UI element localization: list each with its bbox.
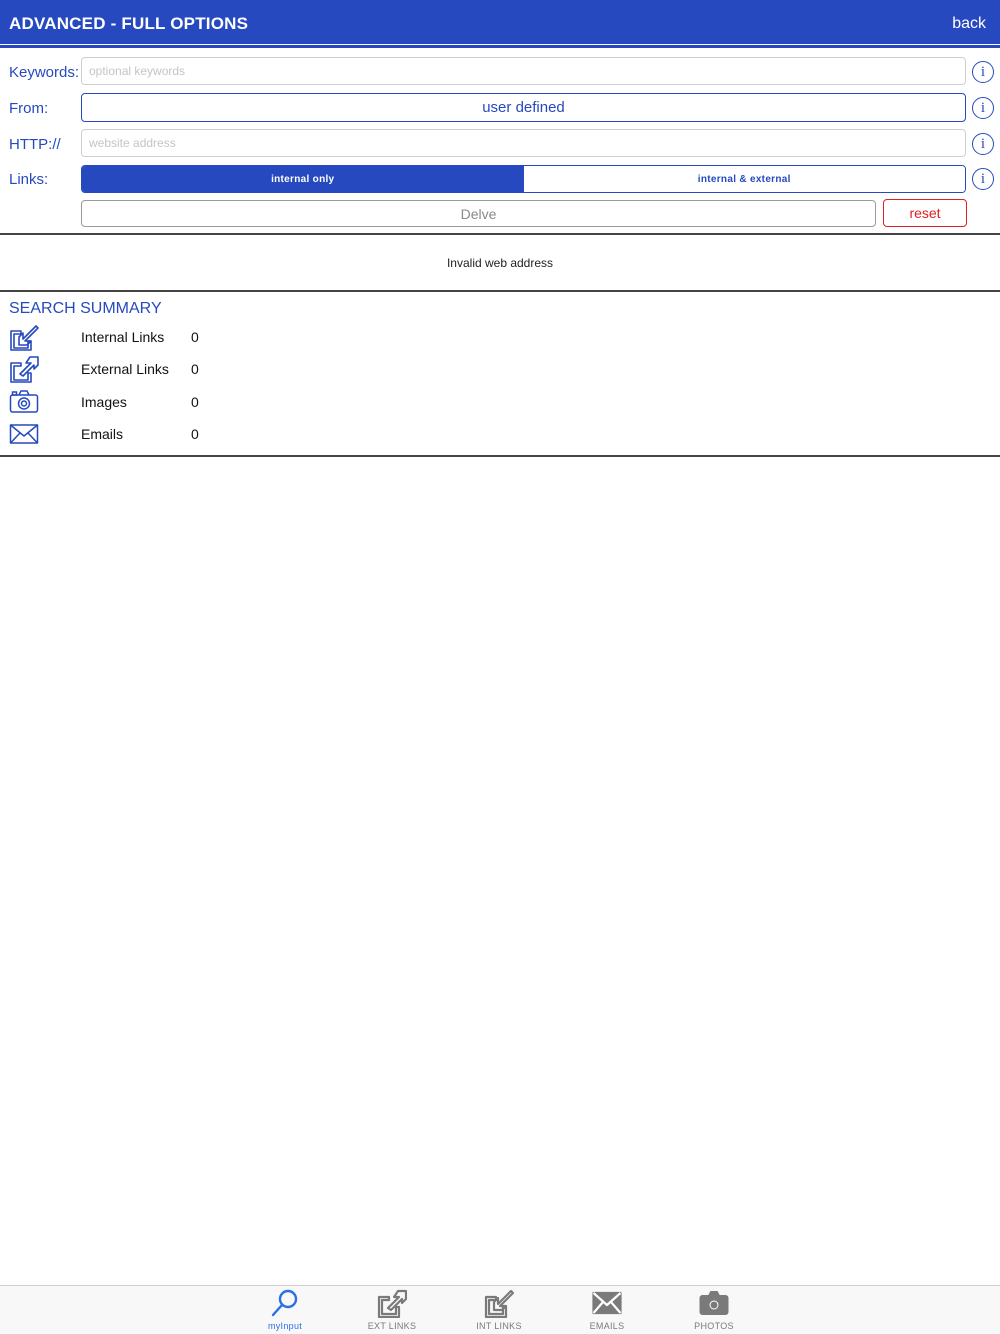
tab-int-links[interactable]: INT LINKS: [454, 1286, 544, 1334]
tab-ext-links[interactable]: EXT LINKS: [347, 1286, 437, 1334]
tab-label: PHOTOS: [694, 1321, 734, 1331]
nav-bar: ADVANCED - FULL OPTIONS back: [0, 0, 1000, 44]
summary-value: 0: [191, 394, 199, 410]
summary-row-emails: Emails 0: [0, 420, 300, 452]
from-selector-button[interactable]: user defined: [81, 93, 966, 122]
keywords-label: Keywords:: [9, 64, 80, 81]
back-button[interactable]: back: [952, 15, 986, 33]
divider: [0, 455, 1000, 457]
internal-link-icon: [10, 325, 39, 351]
links-segmented-control: internal only internal & external: [81, 165, 966, 193]
envelope-icon: [592, 1291, 622, 1315]
summary-label: Internal Links: [81, 329, 165, 345]
http-info-icon[interactable]: i: [972, 133, 994, 155]
external-link-icon: [10, 356, 39, 383]
summary-row-external-links: External Links 0: [0, 355, 300, 387]
reset-button[interactable]: reset: [883, 199, 967, 227]
summary-row-internal-links: Internal Links 0: [0, 323, 300, 355]
external-link-icon: [377, 1289, 407, 1318]
tab-label: myInput: [267, 1321, 303, 1331]
keywords-input[interactable]: [81, 57, 966, 85]
summary-value: 0: [191, 426, 199, 442]
tab-label: EMAILS: [589, 1321, 625, 1331]
tab-emails[interactable]: EMAILS: [562, 1286, 652, 1334]
camera-icon: [9, 390, 39, 413]
divider: [0, 290, 1000, 292]
summary-value: 0: [191, 361, 199, 377]
internal-link-icon: [484, 1289, 514, 1318]
summary-label: Images: [81, 394, 127, 410]
tab-label: EXT LINKS: [367, 1321, 417, 1331]
page-title: ADVANCED - FULL OPTIONS: [9, 14, 249, 33]
status-message: Invalid web address: [446, 256, 554, 270]
envelope-icon: [9, 424, 39, 444]
from-label: From:: [9, 100, 49, 117]
http-label: HTTP://: [9, 136, 61, 153]
search-icon: [271, 1289, 298, 1317]
header-divider: [0, 44, 1000, 48]
summary-row-images: Images 0: [0, 388, 300, 420]
links-info-icon[interactable]: i: [972, 168, 994, 190]
summary-label: External Links: [81, 361, 169, 377]
summary-title: SEARCH SUMMARY: [9, 300, 162, 317]
tab-bar: myInput EXT LINKS INT LINKS EMAILS PHOTO…: [0, 1285, 1000, 1334]
summary-label: Emails: [81, 426, 124, 442]
divider: [0, 233, 1000, 235]
keywords-info-icon[interactable]: i: [972, 61, 994, 83]
tab-myinput[interactable]: myInput: [240, 1286, 330, 1334]
summary-value: 0: [191, 329, 199, 345]
segment-internal-external[interactable]: internal & external: [523, 166, 965, 192]
tab-photos[interactable]: PHOTOS: [669, 1286, 759, 1334]
website-address-input[interactable]: [81, 129, 966, 157]
links-label: Links:: [9, 171, 49, 188]
tab-label: INT LINKS: [476, 1321, 522, 1331]
segment-internal-only[interactable]: internal only: [82, 166, 524, 192]
camera-icon: [699, 1291, 729, 1315]
from-info-icon[interactable]: i: [972, 97, 994, 119]
delve-button[interactable]: Delve: [81, 200, 876, 227]
